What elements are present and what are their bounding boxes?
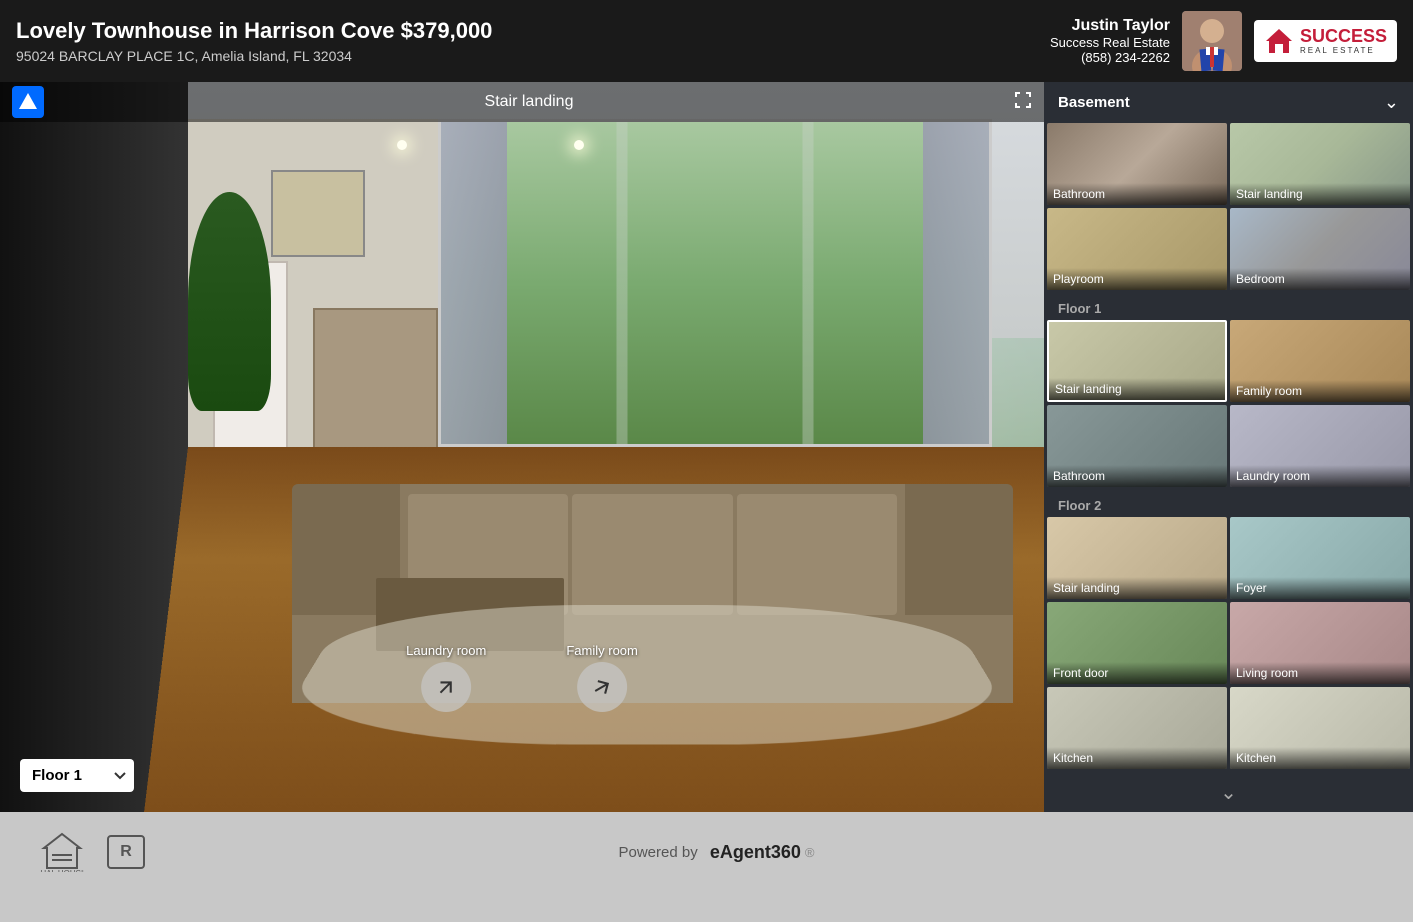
room-label-basement-bedroom: Bedroom	[1230, 268, 1410, 290]
room-label-basement-playroom: Playroom	[1047, 268, 1227, 290]
floor2-rooms: Stair landing Foyer Front door Living ro…	[1044, 517, 1413, 772]
zillow-icon	[12, 86, 44, 118]
nav-family-room[interactable]: Family room	[566, 643, 638, 712]
nav-laundry-arrow[interactable]	[421, 662, 471, 712]
panorama-viewer[interactable]: Stair landing	[0, 82, 1044, 812]
section-basement-toggle[interactable]: ⌄	[1384, 92, 1399, 113]
property-address: 95024 BARCLAY PLACE 1C, Amelia Island, F…	[16, 48, 492, 64]
main-container: Stair landing	[0, 82, 1413, 812]
rug	[266, 605, 1030, 744]
realtor-icon: R	[104, 832, 148, 872]
nav-laundry-label: Laundry room	[406, 643, 486, 658]
room-label-basement-bathroom: Bathroom	[1047, 183, 1227, 205]
room-thumb-floor2-foyer[interactable]: Foyer	[1230, 517, 1410, 599]
app-name: eAgent360	[710, 842, 801, 863]
fullscreen-button[interactable]	[1014, 91, 1032, 114]
agent-avatar	[1182, 11, 1242, 71]
nav-family-label: Family room	[566, 643, 638, 658]
room-thumb-floor2-kitchen2[interactable]: Kitchen	[1230, 687, 1410, 769]
floor-select-input[interactable]: Floor 1 Floor 2 Basement	[20, 759, 134, 792]
nav-laundry-room[interactable]: Laundry room	[406, 643, 486, 712]
room-thumb-floor2-kitchen1[interactable]: Kitchen	[1047, 687, 1227, 769]
room-thumb-basement-stair[interactable]: Stair landing	[1230, 123, 1410, 205]
company-logo: SUCCESS REAL ESTATE	[1254, 20, 1397, 62]
agent-section: Justin Taylor Success Real Estate (858) …	[1050, 11, 1397, 71]
scroll-down-indicator[interactable]: ⌄	[1044, 772, 1413, 812]
room-label-floor2-frontdoor: Front door	[1047, 662, 1227, 684]
nav-family-arrow[interactable]	[577, 662, 627, 712]
viewer-top-bar: Stair landing	[0, 82, 1044, 122]
svg-text:R: R	[120, 843, 132, 860]
plant	[188, 192, 272, 411]
section-floor2-title: Floor 2	[1044, 490, 1413, 517]
powered-by-text: Powered by	[618, 844, 697, 861]
room-thumb-floor1-family[interactable]: Family room	[1230, 320, 1410, 402]
agent-company: Success Real Estate	[1050, 35, 1170, 50]
agent-name: Justin Taylor	[1050, 17, 1170, 35]
header: Lovely Townhouse in Harrison Cove $379,0…	[0, 0, 1413, 82]
room-thumb-floor1-laundry[interactable]: Laundry room	[1230, 405, 1410, 487]
room-label-floor2-kitchen2: Kitchen	[1230, 747, 1410, 769]
section-basement: Basement ⌄	[1044, 82, 1413, 123]
property-info: Lovely Townhouse in Harrison Cove $379,0…	[16, 18, 492, 64]
equal-housing-icon: EQUAL HOUSING	[40, 832, 84, 872]
room-thumb-basement-bedroom[interactable]: Bedroom	[1230, 208, 1410, 290]
room-label-floor1-laundry: Laundry room	[1230, 465, 1410, 487]
room-label-floor1-bathroom: Bathroom	[1047, 465, 1227, 487]
floor-selector[interactable]: Floor 1 Floor 2 Basement	[20, 759, 134, 792]
sidebar: Basement ⌄ Bathroom Stair landing Playro…	[1044, 82, 1413, 812]
section-basement-title: Basement	[1058, 94, 1130, 111]
room-label-basement-stair: Stair landing	[1230, 183, 1410, 205]
room-label-floor1-stair: Stair landing	[1049, 378, 1225, 400]
windows	[438, 119, 991, 448]
agent-info: Justin Taylor Success Real Estate (858) …	[1050, 17, 1170, 65]
svg-text:EQUAL HOUSING: EQUAL HOUSING	[40, 869, 84, 872]
room-thumb-floor1-bathroom[interactable]: Bathroom	[1047, 405, 1227, 487]
basement-rooms: Bathroom Stair landing Playroom Bedroom	[1044, 123, 1413, 293]
room-label-floor2-living: Living room	[1230, 662, 1410, 684]
room-label-floor2-foyer: Foyer	[1230, 577, 1410, 599]
navigation-buttons: Laundry room Family room	[406, 643, 638, 712]
room-thumb-floor2-stair[interactable]: Stair landing	[1047, 517, 1227, 599]
room-thumb-floor2-living[interactable]: Living room	[1230, 602, 1410, 684]
scene-name: Stair landing	[485, 93, 574, 111]
room-thumb-floor2-frontdoor[interactable]: Front door	[1047, 602, 1227, 684]
agent-phone: (858) 234-2262	[1050, 50, 1170, 65]
room-label-floor1-family: Family room	[1230, 380, 1410, 402]
room-thumb-basement-bathroom[interactable]: Bathroom	[1047, 123, 1227, 205]
floor1-rooms: Stair landing Family room Bathroom Laund…	[1044, 320, 1413, 490]
logo-main: SUCCESS	[1300, 27, 1387, 47]
room-label-floor2-stair: Stair landing	[1047, 577, 1227, 599]
room-thumb-basement-playroom[interactable]: Playroom	[1047, 208, 1227, 290]
footer-powered: Powered by eAgent360 ®	[618, 842, 814, 863]
room-thumb-floor1-stair[interactable]: Stair landing	[1047, 320, 1227, 402]
room-label-floor2-kitchen1: Kitchen	[1047, 747, 1227, 769]
section-floor1-title: Floor 1	[1044, 293, 1413, 320]
property-title: Lovely Townhouse in Harrison Cove $379,0…	[16, 18, 492, 44]
wall-art	[271, 170, 365, 258]
footer-icons: EQUAL HOUSING R	[40, 832, 148, 872]
logo-sub: REAL ESTATE	[1300, 46, 1387, 55]
footer: EQUAL HOUSING R Powered by eAgent360 ®	[0, 812, 1413, 892]
